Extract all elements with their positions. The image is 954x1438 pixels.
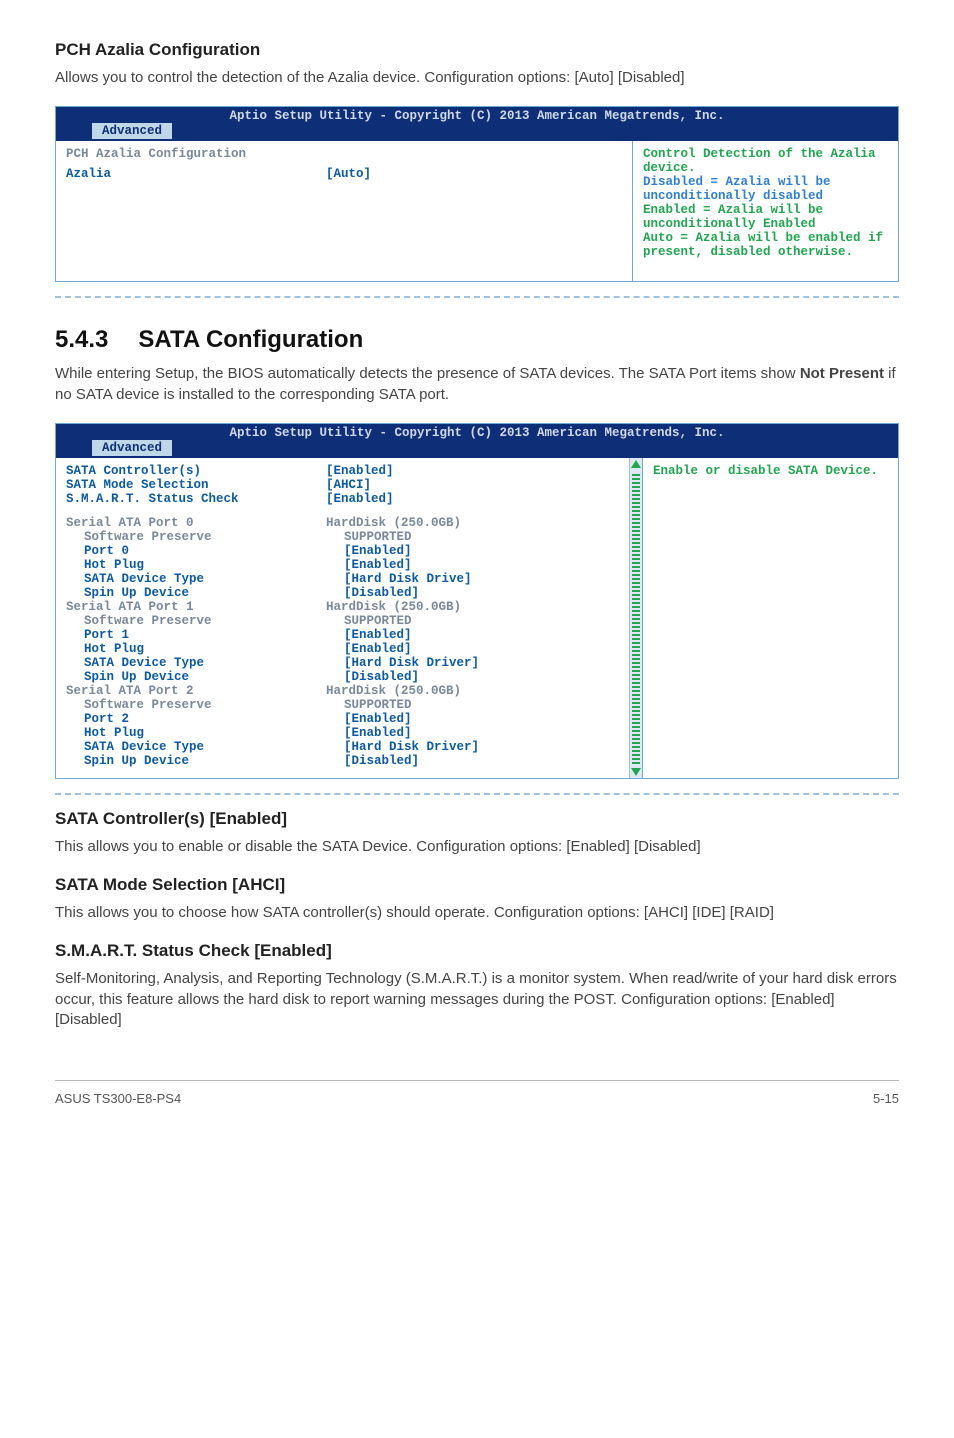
bios-help-line: Auto = Azalia will be enabled if present… bbox=[643, 231, 888, 259]
bios-port1-preserve: Software PreserveSUPPORTED bbox=[66, 614, 619, 628]
pch-azalia-description: Allows you to control the detection of t… bbox=[55, 68, 899, 88]
bios-port0-spinup[interactable]: Spin Up Device[Disabled] bbox=[66, 586, 619, 600]
bios-port1-header: Serial ATA Port 1HardDisk (250.0GB) bbox=[66, 600, 619, 614]
bios-box-divider bbox=[55, 290, 899, 298]
smart-text: Self-Monitoring, Analysis, and Reporting… bbox=[55, 969, 899, 1030]
bios-help-line: Enabled = Azalia will be unconditionally… bbox=[643, 203, 888, 231]
bios-port0-header: Serial ATA Port 0HardDisk (250.0GB) bbox=[66, 516, 619, 530]
bios-field-mode[interactable]: SATA Mode Selection[AHCI] bbox=[66, 478, 619, 492]
page-number: 5-15 bbox=[873, 1091, 899, 1106]
bios-port2-header: Serial ATA Port 2HardDisk (250.0GB) bbox=[66, 684, 619, 698]
bios-box-divider bbox=[55, 787, 899, 795]
bios-port1-hotplug[interactable]: Hot Plug[Enabled] bbox=[66, 642, 619, 656]
sata-controller-text: This allows you to enable or disable the… bbox=[55, 837, 899, 857]
scroll-track[interactable] bbox=[632, 472, 640, 764]
bios-field-smart[interactable]: S.M.A.R.T. Status Check[Enabled] bbox=[66, 492, 619, 506]
footer-product: ASUS TS300-E8-PS4 bbox=[55, 1091, 181, 1106]
bios-port2-enable[interactable]: Port 2[Enabled] bbox=[66, 712, 619, 726]
bios-field-azalia[interactable]: Azalia [Auto] bbox=[66, 167, 622, 181]
bios-port2-hotplug[interactable]: Hot Plug[Enabled] bbox=[66, 726, 619, 740]
section-title: 5.4.3 SATA Configuration bbox=[55, 326, 899, 354]
bios-port2-spinup[interactable]: Spin Up Device[Disabled] bbox=[66, 754, 619, 768]
bios-port1-spinup[interactable]: Spin Up Device[Disabled] bbox=[66, 670, 619, 684]
bios-field-value[interactable]: [Auto] bbox=[326, 167, 371, 181]
bios-port2-type[interactable]: SATA Device Type[Hard Disk Driver] bbox=[66, 740, 619, 754]
bios-sata-box: Aptio Setup Utility - Copyright (C) 2013… bbox=[55, 423, 899, 779]
bios-tab-advanced[interactable]: Advanced bbox=[92, 440, 172, 456]
bios-port0-hotplug[interactable]: Hot Plug[Enabled] bbox=[66, 558, 619, 572]
scroll-up-icon[interactable] bbox=[631, 460, 641, 468]
bios-field-controller[interactable]: SATA Controller(s)[Enabled] bbox=[66, 464, 619, 478]
bios-help-line: Enable or disable SATA Device. bbox=[653, 464, 888, 478]
scrollbar[interactable] bbox=[629, 458, 642, 778]
bios-port1-enable[interactable]: Port 1[Enabled] bbox=[66, 628, 619, 642]
bios-help-line: Disabled = Azalia will be unconditionall… bbox=[643, 175, 888, 203]
bios-title: Aptio Setup Utility - Copyright (C) 2013… bbox=[62, 109, 892, 123]
bios-port0-enable[interactable]: Port 0[Enabled] bbox=[66, 544, 619, 558]
bios-title: Aptio Setup Utility - Copyright (C) 2013… bbox=[62, 426, 892, 440]
footer-divider bbox=[55, 1080, 899, 1081]
bios-help-line: Control Detection of the Azalia device. bbox=[643, 147, 888, 175]
bios-row-heading: PCH Azalia Configuration bbox=[66, 147, 622, 161]
section-number: 5.4.3 bbox=[55, 326, 108, 354]
smart-heading: S.M.A.R.T. Status Check [Enabled] bbox=[55, 941, 899, 961]
bios-port1-type[interactable]: SATA Device Type[Hard Disk Driver] bbox=[66, 656, 619, 670]
section-intro: While entering Setup, the BIOS automatic… bbox=[55, 364, 899, 405]
scroll-down-icon[interactable] bbox=[631, 768, 641, 776]
bios-port0-type[interactable]: SATA Device Type[Hard Disk Drive] bbox=[66, 572, 619, 586]
sata-mode-text: This allows you to choose how SATA contr… bbox=[55, 903, 899, 923]
bios-field-label: Azalia bbox=[66, 167, 326, 181]
bios-port0-preserve: Software PreserveSUPPORTED bbox=[66, 530, 619, 544]
pch-azalia-heading: PCH Azalia Configuration bbox=[55, 40, 899, 60]
bios-port2-preserve: Software PreserveSUPPORTED bbox=[66, 698, 619, 712]
sata-controller-heading: SATA Controller(s) [Enabled] bbox=[55, 809, 899, 829]
section-name: SATA Configuration bbox=[138, 326, 363, 353]
bios-pch-box: Aptio Setup Utility - Copyright (C) 2013… bbox=[55, 106, 899, 282]
sata-mode-heading: SATA Mode Selection [AHCI] bbox=[55, 875, 899, 895]
bios-tab-advanced[interactable]: Advanced bbox=[92, 123, 172, 139]
